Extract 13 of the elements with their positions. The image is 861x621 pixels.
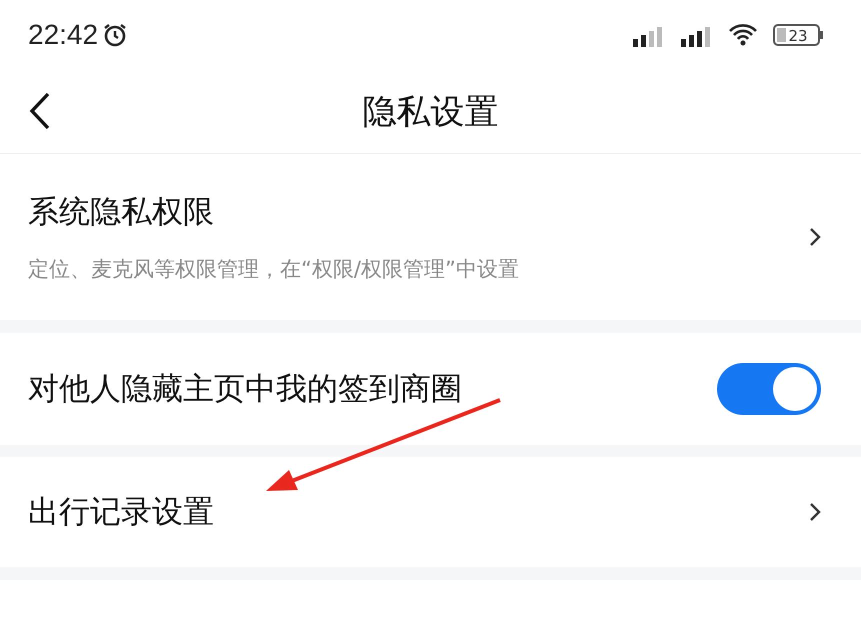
status-time: 22:42: [28, 19, 98, 51]
toggle-switch[interactable]: [717, 363, 821, 415]
chevron-right-icon: [809, 227, 821, 247]
settings-row[interactable]: 出行记录设置: [0, 457, 861, 567]
row-title: 系统隐私权限: [28, 193, 215, 232]
row-subtitle: 定位、麦克风等权限管理，在“权限/权限管理”中设置: [28, 256, 520, 283]
row-title: 对他人隐藏主页中我的签到商圈: [28, 370, 463, 409]
settings-row[interactable]: 系统隐私权限 定位、麦克风等权限管理，在“权限/权限管理”中设置: [0, 154, 861, 320]
row-title: 出行记录设置: [28, 493, 215, 532]
page-title: 隐私设置: [362, 90, 498, 134]
wifi-icon: [727, 22, 759, 48]
alarm-clock-icon: [102, 22, 128, 48]
chevron-right-icon: [809, 502, 821, 522]
